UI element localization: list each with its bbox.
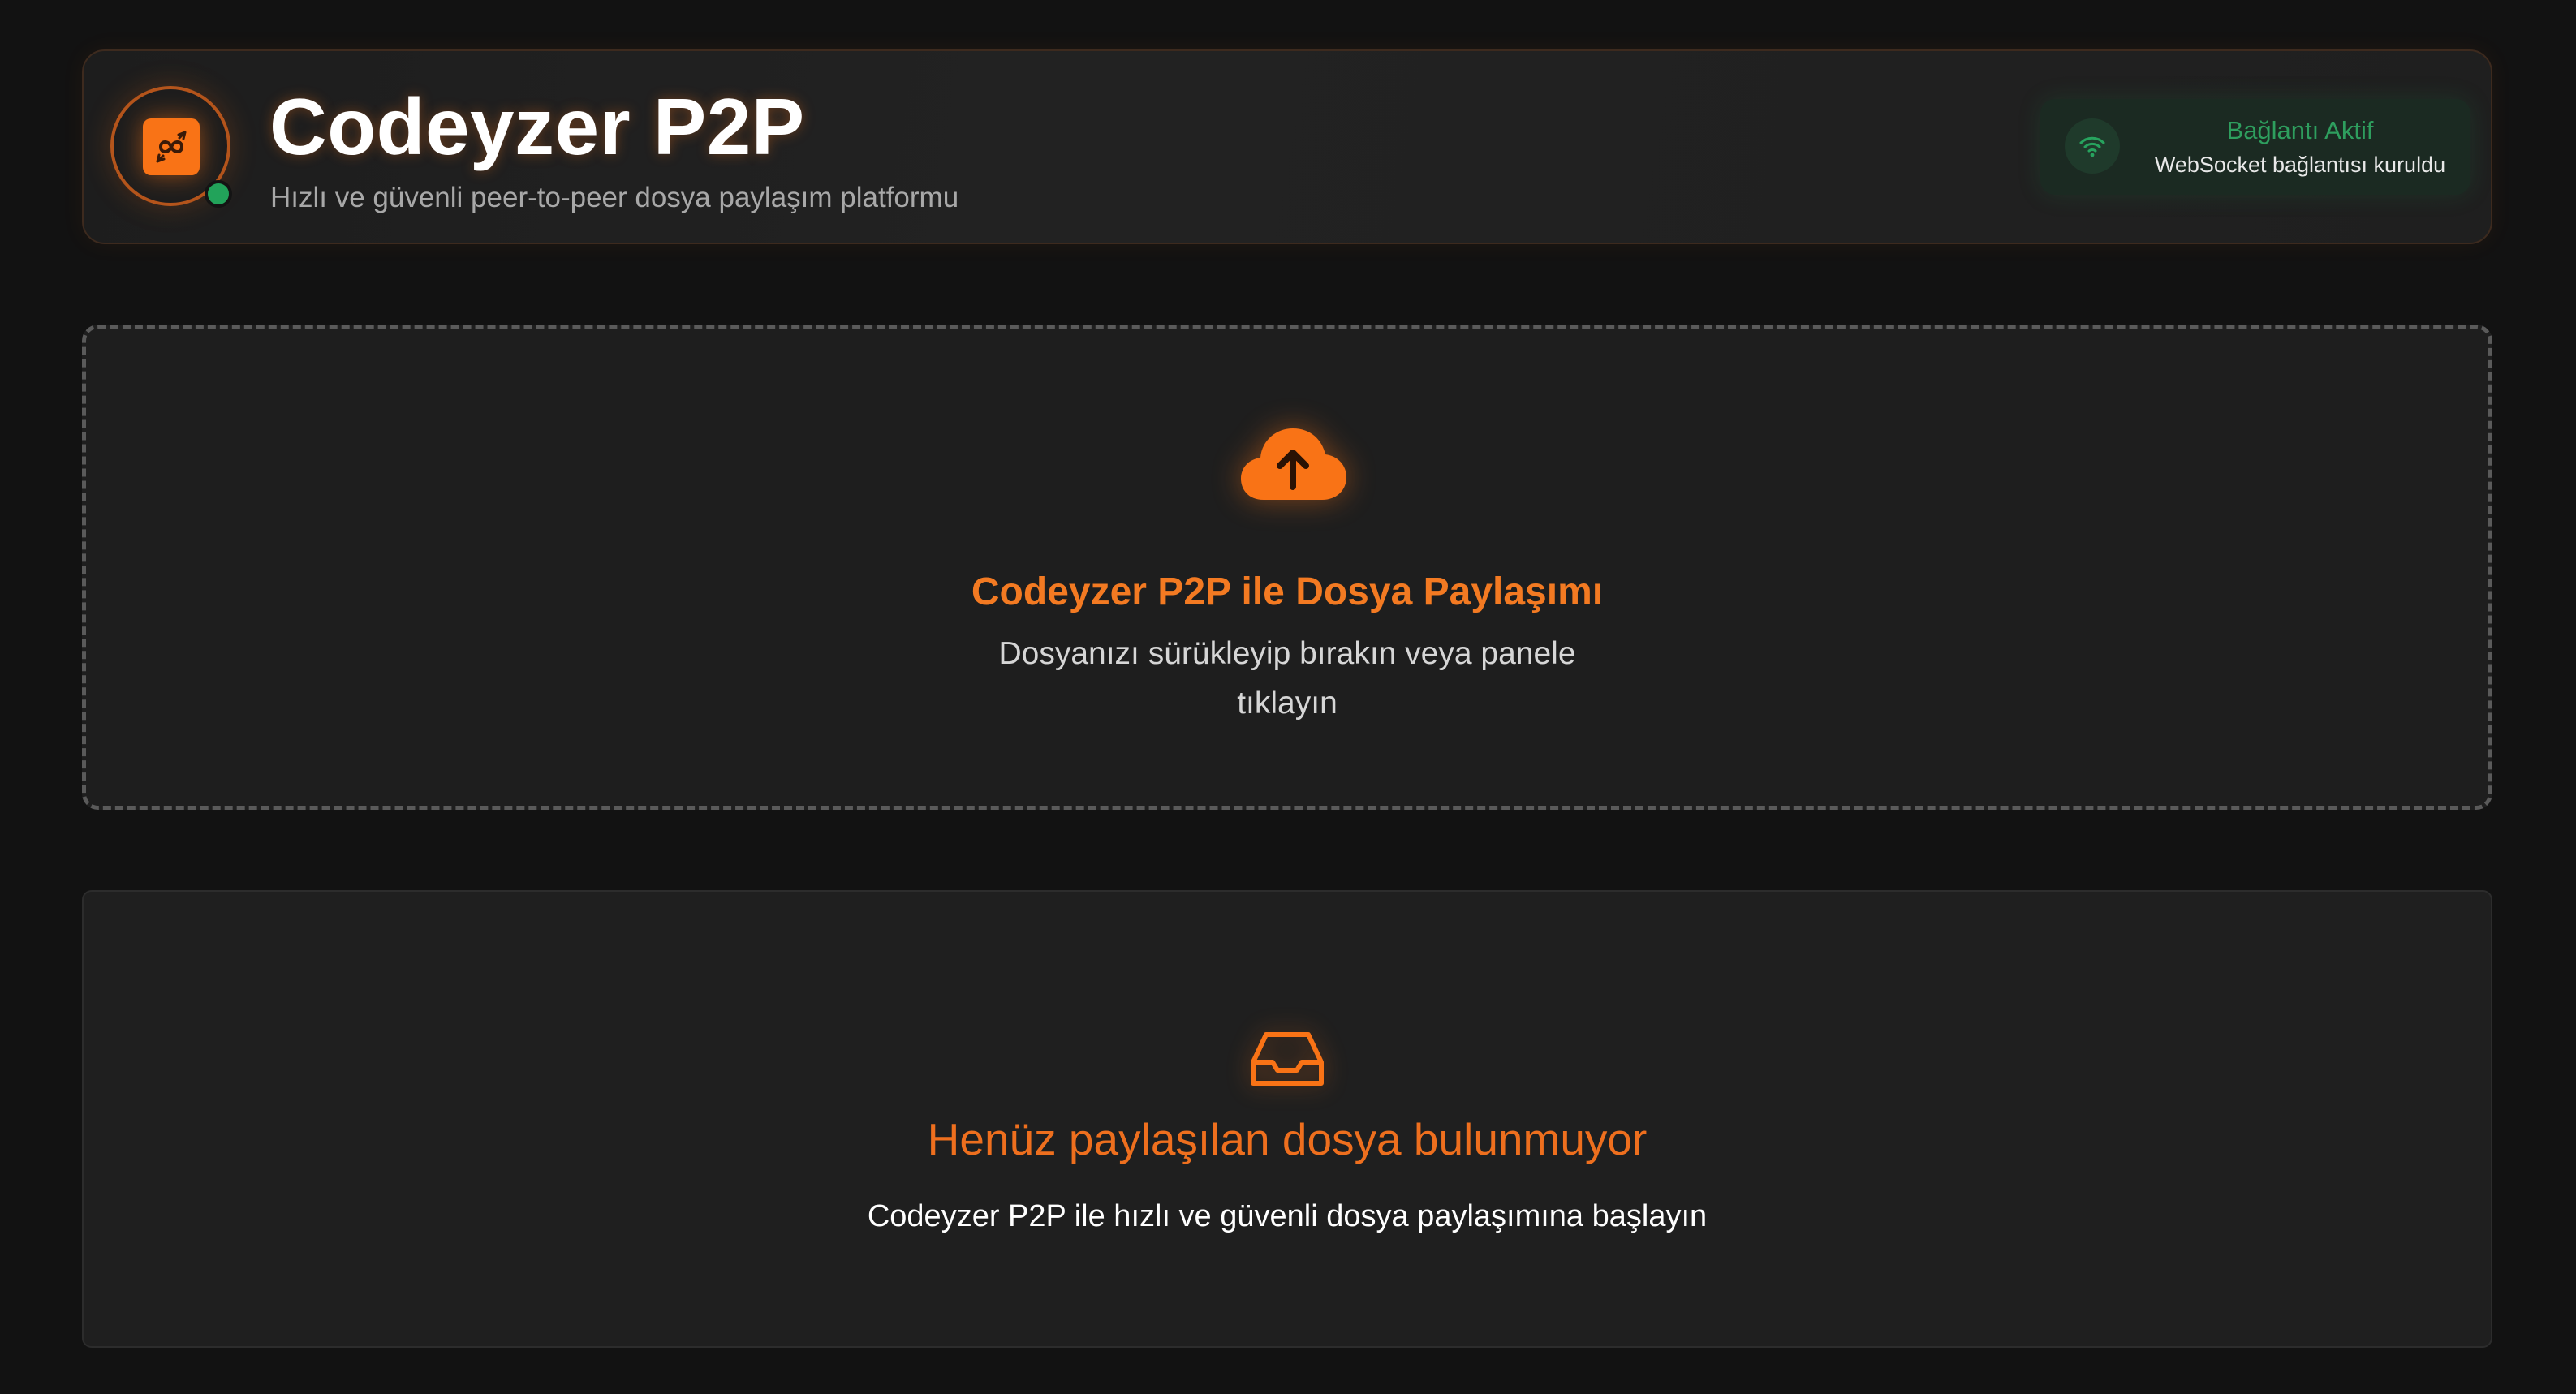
- dropzone-title: Codeyzer P2P ile Dosya Paylaşımı: [971, 570, 1604, 613]
- app-page: Codeyzer P2P Hızlı ve güvenli peer-to-pe…: [0, 0, 2576, 1394]
- infinity-arrows-icon: [143, 118, 200, 175]
- connection-status-title: Bağlantı Aktif: [2226, 116, 2374, 144]
- connection-status-detail: WebSocket bağlantısı kuruldu: [2154, 153, 2446, 177]
- dropzone-description: Dosyanızı sürükleyip bırakın veya panele…: [998, 636, 1576, 721]
- app-title: Codeyzer P2P: [269, 82, 805, 171]
- cloud-upload-icon: [1236, 422, 1350, 511]
- shared-files-panel: Henüz paylaşılan dosya bulunmuyor Codeyz…: [82, 890, 2492, 1348]
- app-subtitle: Hızlı ve güvenli peer-to-peer dosya payl…: [270, 182, 959, 213]
- online-indicator: [205, 180, 232, 208]
- inbox-icon: [1245, 1026, 1329, 1091]
- file-dropzone[interactable]: Codeyzer P2P ile Dosya Paylaşımı Dosyanı…: [82, 325, 2492, 810]
- connection-status: Bağlantı Aktif WebSocket bağlantısı kuru…: [2040, 99, 2470, 195]
- app-header: Codeyzer P2P Hızlı ve güvenli peer-to-pe…: [82, 49, 2492, 244]
- empty-state-title: Henüz paylaşılan dosya bulunmuyor: [927, 1114, 1648, 1164]
- empty-state-description: Codeyzer P2P ile hızlı ve güvenli dosya …: [867, 1199, 1708, 1233]
- app-logo: [110, 86, 232, 208]
